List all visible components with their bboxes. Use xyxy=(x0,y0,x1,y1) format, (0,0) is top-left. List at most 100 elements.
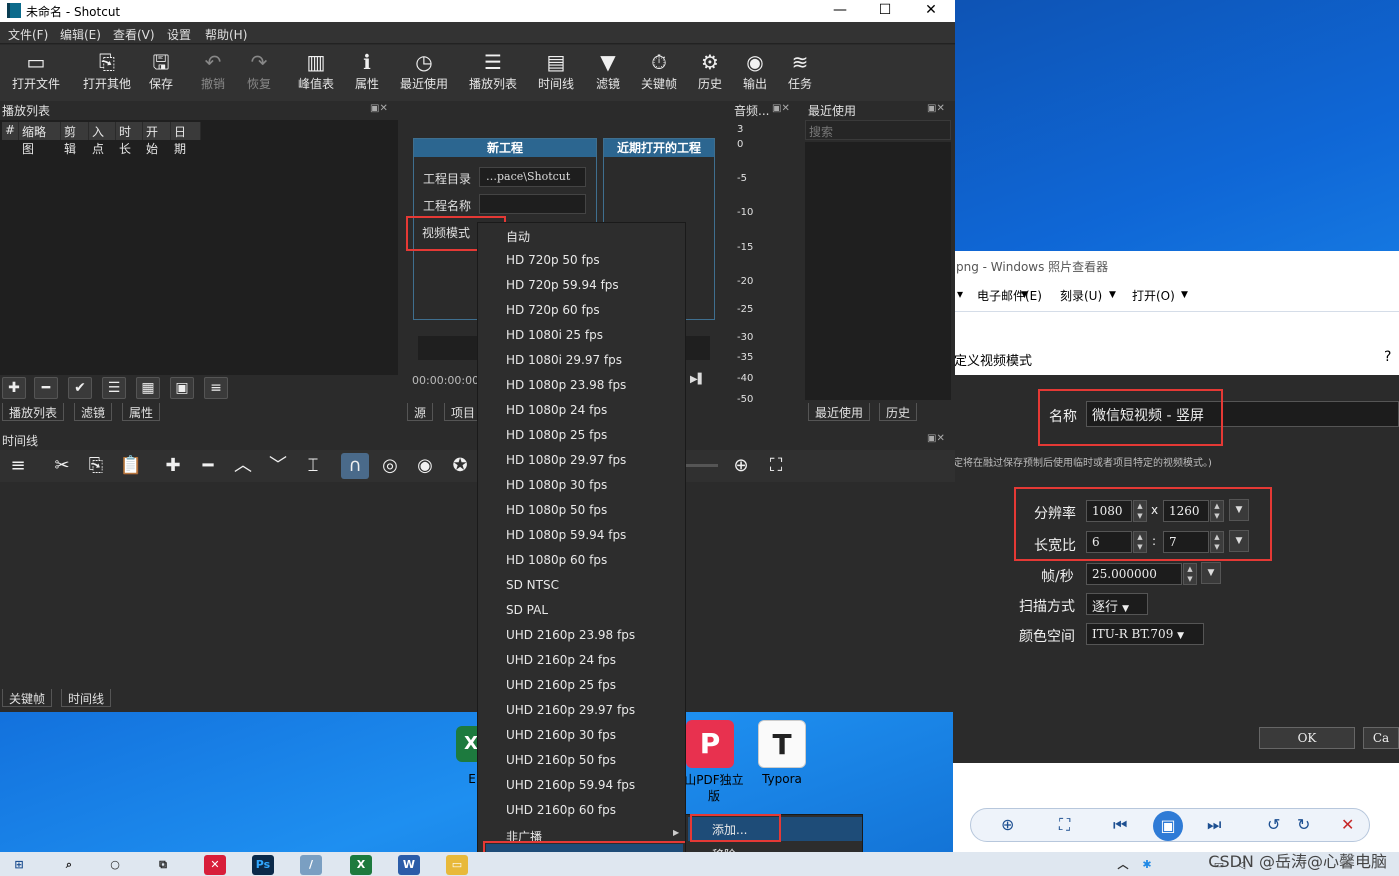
zoom-in-icon[interactable]: ⊕ xyxy=(727,453,755,479)
project-name-input[interactable] xyxy=(479,194,586,214)
panel-float-close-icon[interactable]: ▣✕ xyxy=(370,103,388,114)
video-mode-option[interactable]: HD 1080p 24 fps xyxy=(506,403,607,417)
zoom-fit-icon[interactable]: ⛶ xyxy=(762,453,790,479)
open-file-button[interactable]: ▭ 打开文件 xyxy=(10,49,62,99)
app-icon[interactable]: / xyxy=(300,855,322,875)
tiles-view-icon[interactable]: ▦ xyxy=(136,377,160,399)
tray-icon[interactable]: ✱ xyxy=(1136,855,1158,875)
previous-icon[interactable]: ⏮ xyxy=(1113,815,1127,835)
overwrite-icon[interactable]: ﹀ xyxy=(264,453,292,479)
col-date[interactable]: 日期 xyxy=(171,122,201,156)
panel-float-close-icon[interactable]: ▣✕ xyxy=(927,103,945,114)
add-icon[interactable]: ✚ xyxy=(2,377,26,399)
excel-taskbar-icon[interactable]: X xyxy=(350,855,372,875)
copy-icon[interactable]: ⎘ xyxy=(82,453,110,479)
menu-edit[interactable]: 编辑(E) xyxy=(60,26,101,43)
play-next-icon[interactable]: ▶▌ xyxy=(690,374,705,385)
tray-chevron-icon[interactable]: ︿ xyxy=(1112,855,1134,875)
video-mode-option[interactable]: HD 1080p 25 fps xyxy=(506,428,607,442)
snap-icon[interactable]: ∩ xyxy=(341,453,369,479)
open-other-button[interactable]: ⎘ 打开其他 xyxy=(78,49,136,99)
video-mode-option[interactable]: HD 1080i 29.97 fps xyxy=(506,353,622,367)
cortana-icon[interactable]: ○ xyxy=(104,855,126,875)
ok-button[interactable]: OK xyxy=(1259,727,1355,749)
recent-list[interactable] xyxy=(805,142,951,400)
append-icon[interactable]: ✚ xyxy=(159,453,187,479)
undo-button[interactable]: ↶ 撤销 xyxy=(198,49,228,99)
cut-icon[interactable]: ✂ xyxy=(48,453,76,479)
keyframes-button[interactable]: ⏱ 关键帧 xyxy=(639,49,679,99)
menu-file[interactable]: 文件(F) xyxy=(8,26,48,43)
ripple-all-icon[interactable]: ✪ xyxy=(446,453,474,479)
recent-button[interactable]: ◷ 最近使用 xyxy=(398,49,450,99)
video-mode-option[interactable]: UHD 2160p 25 fps xyxy=(506,678,616,692)
scrub-icon[interactable]: ◎ xyxy=(376,453,404,479)
col-duration[interactable]: 时长 xyxy=(116,122,143,156)
col-start[interactable]: 开始 xyxy=(143,122,171,156)
explorer-taskbar-icon[interactable]: ▭ xyxy=(446,855,468,875)
project-dir-button[interactable]: …pace\Shotcut xyxy=(479,167,586,187)
paste-icon[interactable]: 📋 xyxy=(117,453,145,479)
col-in[interactable]: 入点 xyxy=(89,122,116,156)
video-mode-option[interactable]: UHD 2160p 23.98 fps xyxy=(506,628,635,642)
search-icon[interactable]: ⌕ xyxy=(58,855,80,875)
peak-meter-button[interactable]: ▥ 峰值表 xyxy=(296,49,336,99)
video-mode-option[interactable]: UHD 2160p 60 fps xyxy=(506,803,616,817)
jobs-button[interactable]: ≋ 任务 xyxy=(785,49,815,99)
menu-help[interactable]: 帮助(H) xyxy=(205,26,247,43)
playlist-button[interactable]: ☰ 播放列表 xyxy=(467,49,519,99)
tab-recent[interactable]: 最近使用 xyxy=(808,403,871,421)
video-mode-option[interactable]: HD 1080p 50 fps xyxy=(506,503,607,517)
details-view-icon[interactable]: ☰ xyxy=(102,377,126,399)
video-mode-option[interactable]: HD 1080p 30 fps xyxy=(506,478,607,492)
rotate-right-icon[interactable]: ↻ xyxy=(1297,815,1310,834)
app-icon[interactable]: ✕ xyxy=(204,855,226,875)
video-mode-option[interactable]: UHD 2160p 30 fps xyxy=(506,728,616,742)
lift-icon[interactable]: ︿ xyxy=(229,453,257,479)
tab-timeline[interactable]: 时间线 xyxy=(61,689,112,707)
filters-button[interactable]: ▼ 滤镜 xyxy=(593,49,623,99)
history-button[interactable]: ⚙ 历史 xyxy=(695,49,725,99)
typora-icon[interactable]: T xyxy=(758,720,806,768)
video-mode-option[interactable]: SD NTSC xyxy=(506,578,559,592)
properties-button[interactable]: ℹ 属性 xyxy=(352,49,382,99)
zoom-slider[interactable] xyxy=(686,464,718,467)
tab-history[interactable]: 历史 xyxy=(879,403,918,421)
minimize-icon[interactable]: — xyxy=(817,0,863,22)
playlist-menu-icon[interactable]: ≡ xyxy=(204,377,228,399)
col-index[interactable]: # xyxy=(2,122,19,140)
panel-float-close-icon[interactable]: ▣✕ xyxy=(927,433,945,444)
timeline-menu-icon[interactable]: ≡ xyxy=(4,453,32,479)
video-mode-option[interactable]: 自动 xyxy=(506,228,530,245)
slideshow-icon[interactable]: ▣ xyxy=(1153,811,1183,841)
recent-search-input[interactable]: 搜索 xyxy=(805,120,951,140)
next-icon[interactable]: ⏭ xyxy=(1207,815,1221,835)
video-mode-option[interactable]: UHD 2160p 24 fps xyxy=(506,653,616,667)
colorspace-select[interactable]: ITU-R BT.709 ▼ xyxy=(1086,623,1204,645)
export-button[interactable]: ◉ 输出 xyxy=(740,49,770,99)
playlist-list[interactable] xyxy=(0,120,398,375)
icons-view-icon[interactable]: ▣ xyxy=(170,377,194,399)
tab-properties[interactable]: 属性 xyxy=(122,403,161,421)
timeline-button[interactable]: ▤ 时间线 xyxy=(536,49,576,99)
cancel-button[interactable]: Ca xyxy=(1363,727,1399,749)
menu-view[interactable]: 查看(V) xyxy=(113,26,155,43)
close-icon[interactable]: ✕ xyxy=(908,0,954,22)
fps-input[interactable]: 25.000000 xyxy=(1086,563,1182,585)
split-icon[interactable]: ⌶ xyxy=(299,453,327,479)
video-mode-option[interactable]: HD 720p 50 fps xyxy=(506,253,600,267)
ripple-delete-icon[interactable]: ━ xyxy=(194,453,222,479)
video-mode-option[interactable]: UHD 2160p 29.97 fps xyxy=(506,703,635,717)
tab-playlist[interactable]: 播放列表 xyxy=(2,403,65,421)
video-mode-option[interactable]: HD 1080p 29.97 fps xyxy=(506,453,626,467)
update-icon[interactable]: ✔ xyxy=(68,377,92,399)
start-icon[interactable]: ⊞ xyxy=(8,855,30,875)
video-mode-option[interactable]: HD 1080p 60 fps xyxy=(506,553,607,567)
fps-preset-dropdown[interactable]: ▼ xyxy=(1201,562,1221,584)
word-taskbar-icon[interactable]: W xyxy=(398,855,420,875)
actual-size-icon[interactable]: ⛶ xyxy=(1059,815,1070,835)
help-icon[interactable]: ? xyxy=(1384,349,1391,365)
video-mode-option[interactable]: HD 720p 60 fps xyxy=(506,303,600,317)
zoom-icon[interactable]: ⊕ xyxy=(1001,815,1014,834)
video-mode-option[interactable]: UHD 2160p 59.94 fps xyxy=(506,778,635,792)
